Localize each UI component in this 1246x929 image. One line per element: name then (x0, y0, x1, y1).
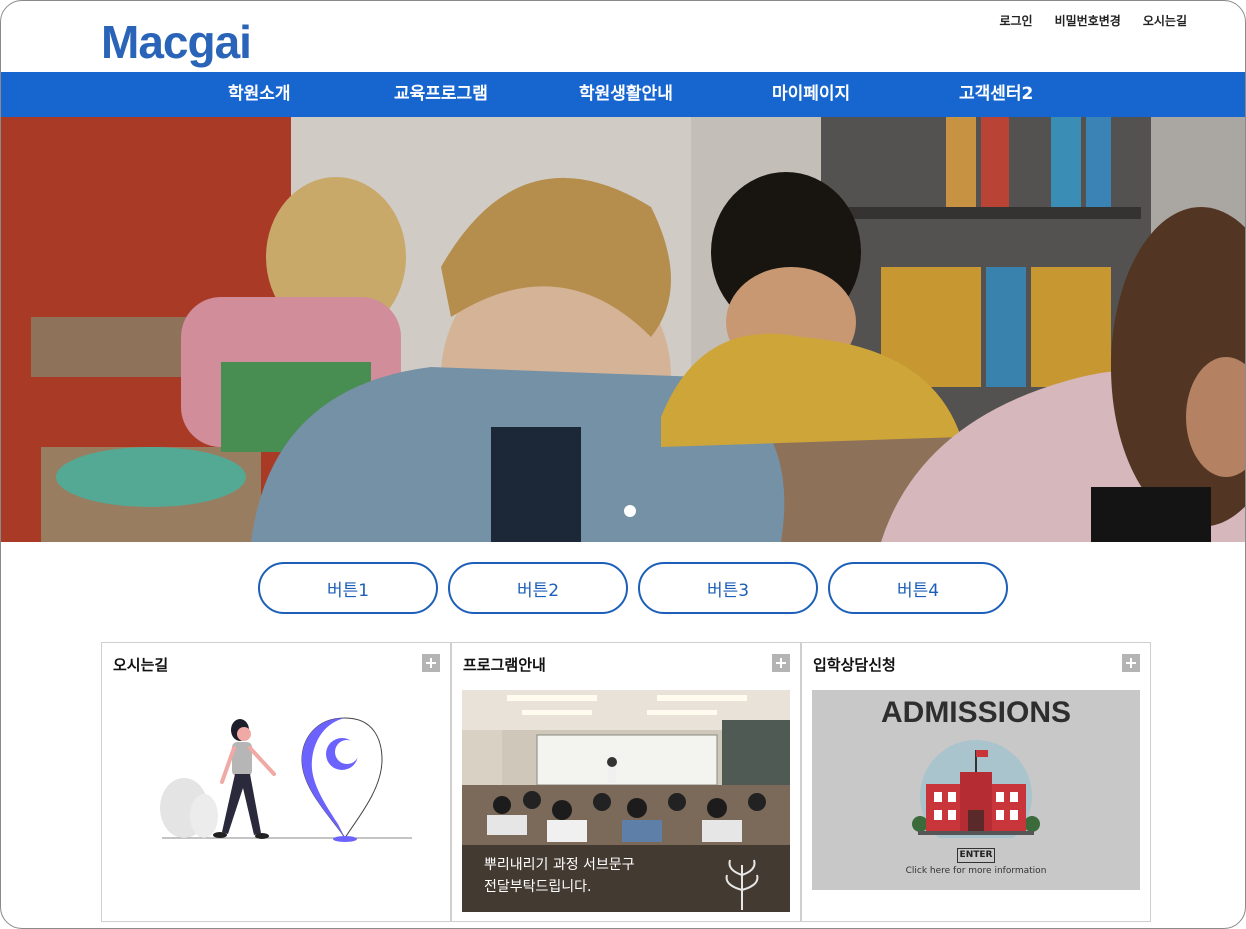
caption-line-1: 뿌리내리기 과정 서브문구 (484, 857, 635, 873)
card-title: 입학상담신청 (813, 656, 896, 674)
nav-item-mypage[interactable]: 마이페이지 (772, 72, 850, 117)
plus-icon[interactable] (1122, 654, 1140, 672)
site-logo[interactable]: Macgai (101, 15, 252, 69)
school-building-icon (912, 740, 1040, 838)
button-1[interactable]: 버튼1 (258, 562, 438, 614)
plus-icon[interactable] (422, 654, 440, 672)
card-title: 오시는길 (113, 656, 169, 674)
page-frame: Macgai 로그인 비밀번호변경 오시는길 학원소개 교육프로그램 학원생활안… (0, 0, 1246, 929)
map-pin-illustration (160, 717, 412, 842)
nav-item-about[interactable]: 학원소개 (228, 72, 291, 117)
plus-icon[interactable] (772, 654, 790, 672)
hero-classroom-image (1, 117, 1245, 542)
caption-line-2: 전달부탁드립니다. (484, 879, 592, 895)
more-info-text: Click here for more information (905, 866, 1047, 876)
card-admissions: 입학상담신청 ADMISSIONS ENTER Click here for m… (801, 642, 1151, 922)
hero-slider[interactable] (1, 117, 1245, 542)
admissions-title: ADMISSIONS (880, 696, 1072, 729)
change-password-link[interactable]: 비밀번호변경 (1055, 12, 1121, 29)
lecture-room-photo[interactable]: 뿌리내리기 과정 서브문구 전달부탁드립니다. (462, 690, 790, 912)
card-title: 프로그램안내 (463, 656, 546, 674)
admissions-banner[interactable]: ADMISSIONS ENTER Click here for more inf… (812, 690, 1140, 890)
button-4[interactable]: 버튼4 (828, 562, 1008, 614)
login-link[interactable]: 로그인 (999, 12, 1032, 29)
main-nav: 학원소개 교육프로그램 학원생활안내 마이페이지 고객센터2 (1, 72, 1245, 117)
card-programs: 프로그램안내 뿌리내리기 과정 서브문구 전달부탁드립니다. (451, 642, 801, 922)
button-3[interactable]: 버튼3 (638, 562, 818, 614)
nav-item-support[interactable]: 고객센터2 (959, 72, 1033, 117)
slider-dot-active[interactable] (624, 505, 636, 517)
enter-button[interactable]: ENTER (957, 848, 995, 863)
button-2[interactable]: 버튼2 (448, 562, 628, 614)
utility-links: 로그인 비밀번호변경 오시는길 (999, 12, 1187, 29)
card-directions: 오시는길 (101, 642, 451, 922)
nav-item-campus-life[interactable]: 학원생활안내 (579, 72, 673, 117)
program-caption: 뿌리내리기 과정 서브문구 전달부탁드립니다. (484, 854, 635, 898)
directions-link[interactable]: 오시는길 (1143, 12, 1187, 29)
nav-item-programs[interactable]: 교육프로그램 (394, 72, 488, 117)
